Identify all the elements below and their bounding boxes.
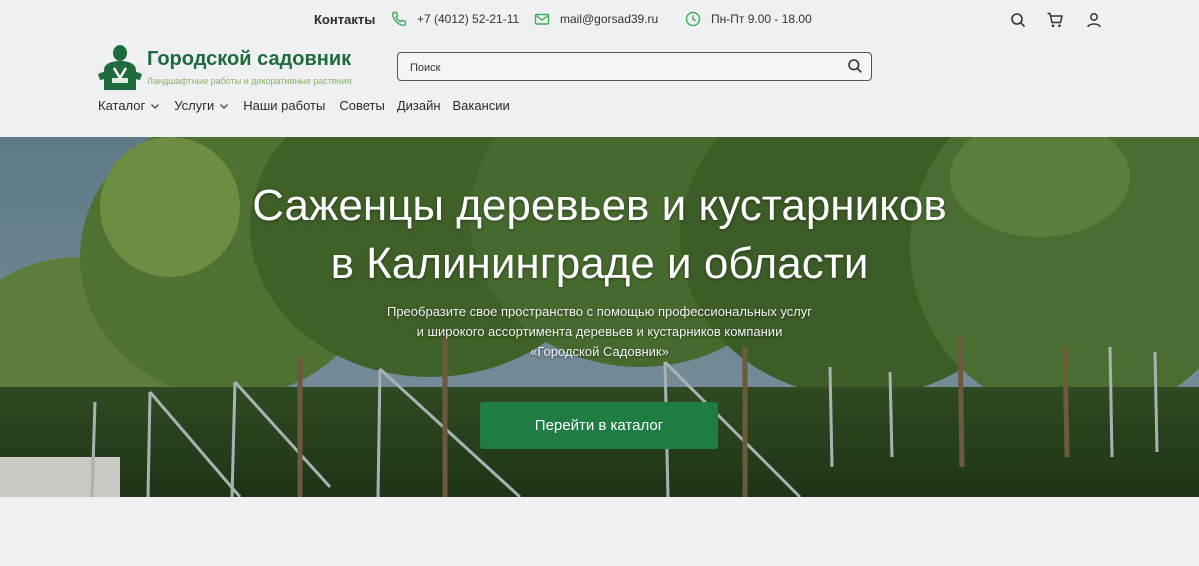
- email-address: mail@gorsad39.ru: [560, 12, 659, 26]
- hero-subtitle-line: «Городской Садовник»: [530, 344, 669, 359]
- cart-icon[interactable]: [1046, 11, 1064, 29]
- hero-title: Саженцы деревьев и кустарников в Калинин…: [0, 177, 1199, 293]
- nav-item-our-works[interactable]: Наши работы: [243, 98, 325, 113]
- nav-label: Вакансии: [452, 98, 510, 113]
- logo[interactable]: Городской садовник Ландшафтные работы и …: [98, 44, 352, 92]
- top-bar: Контакты +7 (4012) 52-21-11 mail@gorsad3…: [0, 0, 1199, 38]
- search-icon[interactable]: [1009, 11, 1027, 29]
- contacts-link[interactable]: Контакты: [314, 12, 375, 27]
- nav-label: Каталог: [98, 98, 146, 113]
- nav-item-design[interactable]: Дизайн: [397, 98, 441, 113]
- working-hours: Пн-Пт 9.00 - 18.00: [711, 12, 812, 26]
- hero-banner: Саженцы деревьев и кустарников в Калинин…: [0, 137, 1199, 497]
- chevron-down-icon: [220, 103, 229, 109]
- gardener-logo-icon: [98, 45, 142, 90]
- nav-item-services[interactable]: Услуги: [174, 98, 229, 113]
- hero-subtitle: Преобразите свое пространство с помощью …: [0, 302, 1199, 362]
- hero-title-line: Саженцы деревьев и кустарников: [252, 181, 947, 230]
- nav-label: Дизайн: [396, 98, 441, 113]
- phone-number: +7 (4012) 52-21-11: [417, 12, 520, 26]
- clock-icon: [685, 11, 701, 27]
- hero-subtitle-line: и широкого ассортимента деревьев и куста…: [416, 324, 783, 339]
- phone-icon: [391, 11, 407, 27]
- logo-tagline: Ландшафтные работы и декоративные растен…: [147, 76, 352, 86]
- phone-info[interactable]: +7 (4012) 52-21-11: [391, 11, 519, 27]
- hero-title-line: в Калининграде и области: [330, 239, 869, 288]
- nav-label: Наши работы: [243, 98, 326, 113]
- logo-name: Городской садовник: [147, 48, 352, 70]
- go-to-catalog-button[interactable]: Перейти в каталог: [480, 402, 718, 449]
- main-nav: Каталог Услуги Наши работы Советы Дизайн…: [98, 98, 524, 113]
- user-icon[interactable]: [1085, 11, 1103, 29]
- mail-icon: [534, 13, 550, 25]
- search-bar: [397, 52, 872, 81]
- email-info[interactable]: mail@gorsad39.ru: [534, 11, 658, 27]
- nav-label: Услуги: [174, 98, 215, 113]
- nav-item-catalog[interactable]: Каталог: [98, 98, 160, 113]
- hero-subtitle-line: Преобразите свое пространство с помощью …: [386, 304, 813, 319]
- hours-info: Пн-Пт 9.00 - 18.00: [685, 11, 812, 27]
- search-button-icon[interactable]: [847, 58, 863, 79]
- nav-label: Советы: [339, 98, 385, 113]
- nav-item-tips[interactable]: Советы: [339, 98, 384, 113]
- search-input[interactable]: [408, 59, 832, 77]
- chevron-down-icon: [151, 103, 160, 109]
- nav-item-vacancies[interactable]: Вакансии: [453, 98, 510, 113]
